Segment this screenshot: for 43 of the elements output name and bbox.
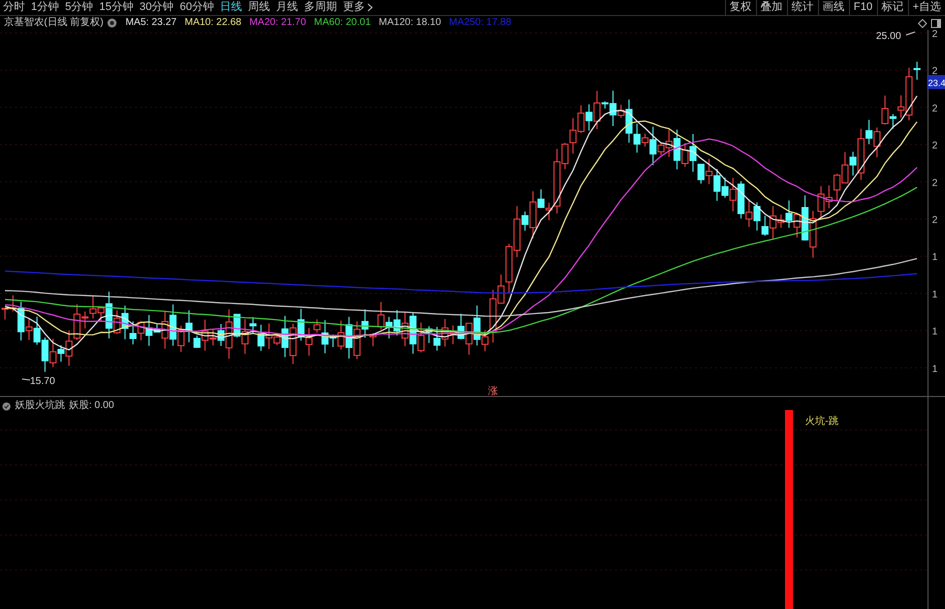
signal-label: 火坑-跳 [805, 416, 838, 427]
toolbar-button[interactable]: F10 [848, 0, 877, 15]
toolbar-button[interactable]: 画线 [818, 0, 849, 15]
period-tab[interactable]: 月线 [273, 0, 301, 15]
period-tab[interactable]: 日线 [217, 0, 245, 15]
period-tab[interactable]: 15分钟 [96, 0, 136, 15]
axis-label: 1 [932, 326, 938, 338]
indicator-title: 妖股火坑跳 [15, 400, 65, 412]
toolbar-button[interactable]: 标记 [876, 0, 908, 15]
axis-label: 2 [932, 215, 938, 226]
period-tab[interactable]: 1分钟 [28, 0, 62, 15]
period-tab[interactable]: 多周期 [301, 0, 340, 15]
moving-average-value: MA250: 17.88 [449, 16, 512, 30]
indicator-value: 妖股: 0.00 [69, 400, 114, 412]
moving-average-value: MA5: 23.27 [125, 16, 177, 30]
period-tab[interactable]: 周线 [245, 0, 273, 15]
chevron-right-icon [367, 3, 373, 12]
toolbar-button[interactable]: 叠加 [756, 0, 787, 15]
axis-label: 1 [932, 252, 938, 264]
price-tag: 23.4 [927, 75, 945, 89]
signal-mark: 涨 [488, 386, 498, 396]
axis-label: 1 [932, 289, 938, 300]
toolbar-button[interactable]: 复权 [724, 0, 756, 15]
period-tab[interactable]: 5分钟 [62, 0, 96, 15]
toolbar-button[interactable]: 统计 [786, 0, 818, 15]
moving-average-value: MA60: 20.01 [314, 16, 371, 30]
period-tab[interactable]: 30分钟 [136, 0, 177, 15]
moving-average-value: MA20: 21.70 [249, 16, 306, 30]
axis-label: 2 [932, 140, 938, 152]
axis-label: 2 [932, 178, 938, 189]
toolbar-button[interactable]: +自选 [908, 0, 945, 15]
period-tab[interactable]: 更多 [340, 0, 376, 15]
moving-average-value: MA120: 18.10 [378, 16, 442, 30]
axis-label: 2 [932, 66, 938, 78]
diamond-icon[interactable] [918, 18, 927, 28]
moving-average-value: MA10: 22.68 [184, 16, 242, 30]
axis-label: 2 [932, 103, 938, 114]
panel-icon[interactable] [931, 18, 941, 28]
axis-label: 2 [932, 30, 938, 40]
stock-title: 京基智农(日线 前复权) [4, 16, 104, 30]
axis-label: 1 [932, 364, 938, 375]
period-tab[interactable]: 60分钟 [176, 0, 217, 15]
period-tab[interactable]: 分时 [0, 0, 28, 15]
